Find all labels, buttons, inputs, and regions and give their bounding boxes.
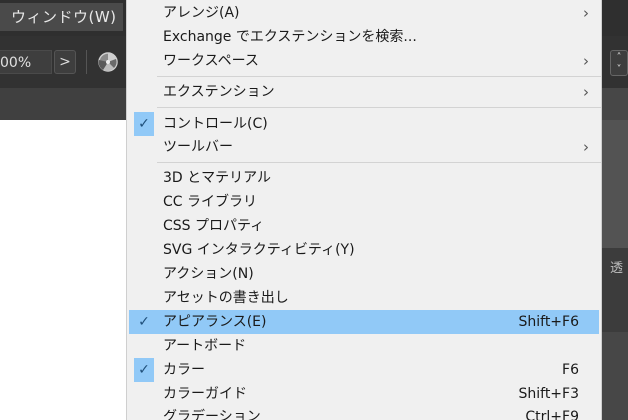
window-dropdown-menu: アレンジ(A) › Exchange でエクステンションを検索... ワークスペ… xyxy=(126,0,602,420)
menu-item-3d-materials[interactable]: 3D とマテリアル xyxy=(127,166,601,190)
submenu-arrow-icon: › xyxy=(583,4,589,22)
submenu-arrow-icon: › xyxy=(583,52,589,70)
menu-item-arrange[interactable]: アレンジ(A) › xyxy=(127,1,601,25)
menu-item-label: 3D とマテリアル xyxy=(163,170,271,186)
chevron-down-icon: ˅ xyxy=(616,64,622,75)
menu-item-exchange-search[interactable]: Exchange でエクステンションを検索... xyxy=(127,25,601,49)
menu-item-shortcut: Shift+F3 xyxy=(518,386,579,402)
stepper-control[interactable]: ˄ ˅ xyxy=(610,50,628,76)
checkmark-icon: ✓ xyxy=(134,112,154,136)
menu-item-label: ツールバー xyxy=(163,139,233,155)
menu-item-toolbars[interactable]: ツールバー › xyxy=(127,135,601,159)
right-panel xyxy=(600,88,628,420)
menu-item-label: アピアランス(E) xyxy=(163,314,267,330)
menu-item-label: カラーガイド xyxy=(163,386,247,402)
menu-item-asset-export[interactable]: アセットの書き出し xyxy=(127,286,601,310)
menu-item-color-guide[interactable]: カラーガイド Shift+F3 xyxy=(127,382,601,406)
checkmark-icon: ✓ xyxy=(134,358,154,382)
zoom-input[interactable]: 00% xyxy=(0,50,52,74)
menu-item-shortcut: Shift+F6 xyxy=(518,314,579,330)
menu-divider xyxy=(157,162,601,163)
menu-item-shortcut: Ctrl+F9 xyxy=(525,409,579,420)
menu-divider xyxy=(157,107,601,108)
menu-item-gradient[interactable]: グラデーション Ctrl+F9 xyxy=(127,405,601,420)
submenu-arrow-icon: › xyxy=(583,83,589,101)
menu-divider xyxy=(157,76,601,77)
menu-item-label: グラデーション xyxy=(163,409,261,420)
toolbar-divider xyxy=(86,50,87,74)
color-wheel-icon[interactable] xyxy=(97,51,119,73)
menu-item-actions[interactable]: アクション(N) xyxy=(127,262,601,286)
menu-item-label: CC ライブラリ xyxy=(163,194,258,210)
menu-item-appearance[interactable]: ✓ アピアランス(E) Shift+F6 xyxy=(129,310,599,334)
document-tab-strip xyxy=(0,88,126,120)
menu-item-cc-libraries[interactable]: CC ライブラリ xyxy=(127,190,601,214)
menu-item-label: CSS プロパティ xyxy=(163,218,265,234)
menu-item-label: SVG インタラクティビティ(Y) xyxy=(163,242,355,258)
chevron-up-icon: ˄ xyxy=(616,52,622,63)
zoom-dropdown-button[interactable]: > xyxy=(54,50,76,74)
menu-item-label: アートボード xyxy=(163,338,247,354)
menu-item-shortcut: F6 xyxy=(562,362,579,378)
menu-item-label: アレンジ(A) xyxy=(163,5,240,21)
checkmark-icon: ✓ xyxy=(134,310,154,334)
menu-item-svg-interactivity[interactable]: SVG インタラクティビティ(Y) xyxy=(127,238,601,262)
menu-window[interactable]: ウィンドウ(W) xyxy=(0,3,123,31)
menu-item-color[interactable]: ✓ カラー F6 xyxy=(127,358,601,382)
menu-item-label: ワークスペース xyxy=(163,53,259,69)
panel-tab-transparency[interactable]: 透 xyxy=(610,257,623,276)
menu-item-label: エクステンション xyxy=(163,84,275,100)
menu-item-label: カラー xyxy=(163,362,205,378)
menu-item-label: Exchange でエクステンションを検索... xyxy=(163,29,417,45)
menu-item-label: アセットの書き出し xyxy=(163,290,289,306)
menu-item-label: コントロール(C) xyxy=(163,116,268,132)
menu-item-label: アクション(N) xyxy=(163,266,254,282)
artboard-canvas[interactable] xyxy=(0,120,126,420)
menu-item-extensions[interactable]: エクステンション › xyxy=(127,80,601,104)
submenu-arrow-icon: › xyxy=(583,138,589,156)
menu-item-control[interactable]: ✓ コントロール(C) xyxy=(127,112,601,136)
menu-item-workspace[interactable]: ワークスペース › xyxy=(127,49,601,73)
menu-item-css-properties[interactable]: CSS プロパティ xyxy=(127,214,601,238)
menu-item-artboards[interactable]: アートボード xyxy=(127,334,601,358)
